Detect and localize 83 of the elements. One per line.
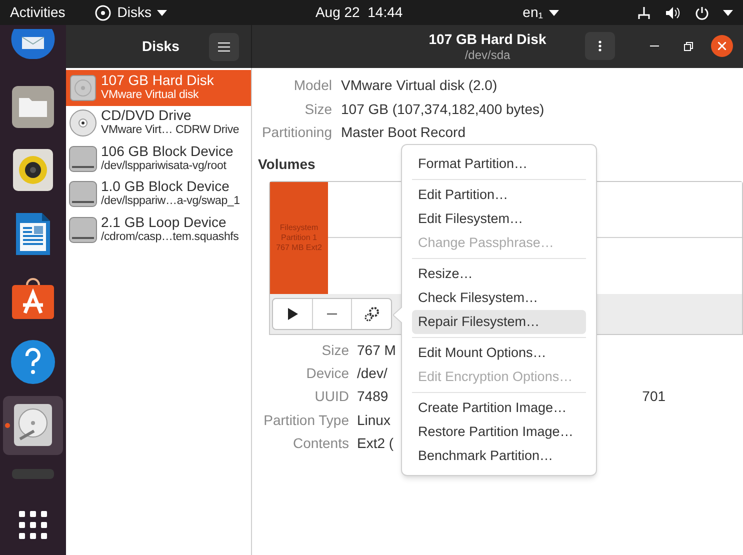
device-list-item[interactable]: 1.0 GB Block Device /dev/lsppariw…a-vg/swap_1 xyxy=(66,176,251,212)
device-name: 2.1 GB Loop Device xyxy=(101,214,228,230)
field-value: 107 GB (107,374,182,400 bytes) xyxy=(341,100,544,119)
minus-icon xyxy=(327,312,337,314)
device-description: VMware Virt… CDRW Drive xyxy=(101,123,240,138)
close-icon xyxy=(718,42,726,50)
field-value: VMware Virtual disk (2.0) xyxy=(341,76,498,96)
device-name: 107 GB Hard Disk xyxy=(101,72,214,88)
menu-item[interactable]: Resize… xyxy=(412,262,586,286)
field-label: Device xyxy=(305,364,349,383)
app-menu[interactable]: Disks xyxy=(95,2,168,23)
device-description: /dev/lsppariwisata-vg/root xyxy=(101,158,228,174)
device-list-item[interactable]: 2.1 GB Loop Device /cdrom/casp…tem.squashfs xyxy=(66,212,251,248)
device-name: CD/DVD Drive xyxy=(101,108,192,124)
restore-icon xyxy=(684,42,692,50)
sidebar-title: Disks xyxy=(142,37,180,56)
menu-item[interactable]: Edit Filesystem… xyxy=(412,207,586,231)
caret-icon xyxy=(157,10,168,16)
document-icon[interactable] xyxy=(16,213,50,256)
activities-button[interactable]: Activities xyxy=(10,2,66,23)
input-method-menu[interactable]: en₁ xyxy=(522,2,559,23)
section-heading: Volumes xyxy=(258,154,316,174)
menu-item[interactable]: Benchmark Partition… xyxy=(412,444,586,468)
partition-text: Partition 1 xyxy=(280,232,318,242)
field-label: Size xyxy=(304,100,332,119)
field-value: Ext2 ( xyxy=(357,434,394,453)
drive-icon xyxy=(69,181,97,208)
network-icon[interactable] xyxy=(637,6,651,20)
more-button[interactable] xyxy=(585,32,615,60)
field-value: 701 xyxy=(642,387,666,406)
disk-icon xyxy=(95,4,112,20)
device-list-item[interactable]: CD/DVD Drive VMware Virt… CDRW Drive xyxy=(66,106,251,141)
device-list-item[interactable]: 107 GB Hard Disk VMware Virtual disk xyxy=(66,70,251,106)
window-subtitle: /dev/sda xyxy=(464,48,510,62)
play-icon xyxy=(288,308,298,320)
field-value: 767 M xyxy=(357,340,396,360)
settings-icon xyxy=(364,306,380,322)
field-value: 7489 xyxy=(357,387,388,406)
menu-icon xyxy=(218,42,230,52)
drive-icon xyxy=(69,146,97,172)
kebab-icon xyxy=(598,40,602,52)
field-value: Linux xyxy=(357,410,390,430)
device-description: VMware Virtual disk xyxy=(101,88,200,103)
menu-item[interactable]: Create Partition Image… xyxy=(412,396,586,420)
menu-item[interactable]: Edit Mount Options… xyxy=(412,341,586,365)
menu-item[interactable]: Check Filesystem… xyxy=(412,286,586,310)
menu-button[interactable] xyxy=(209,32,239,60)
field-label: Partitioning xyxy=(260,123,332,142)
field-value: Master Boot Record xyxy=(341,123,466,142)
field-label: Partition Type xyxy=(262,410,349,430)
field-label: Model xyxy=(292,76,332,96)
menu-item[interactable]: Repair Filesystem… xyxy=(412,310,586,334)
partition-text: 767 MB Ext2 xyxy=(276,242,322,252)
caret-icon xyxy=(548,10,559,16)
field-label: Contents xyxy=(292,434,349,453)
device-name: 106 GB Block Device xyxy=(101,144,234,159)
close-button[interactable] xyxy=(711,35,733,57)
device-name: 1.0 GB Block Device xyxy=(101,179,230,194)
minimize-icon xyxy=(650,45,658,47)
folder-icon[interactable] xyxy=(12,86,54,128)
menu-item[interactable]: Restore Partition Image… xyxy=(412,420,586,444)
device-description: /dev/lsppariw…a-vg/swap_1 xyxy=(101,194,240,210)
field-value: /dev/ xyxy=(357,364,388,383)
menu-item[interactable]: Edit Partition… xyxy=(412,183,586,207)
help-icon[interactable] xyxy=(11,340,55,384)
window-title: 107 GB Hard Disk xyxy=(428,31,546,48)
power-icon[interactable] xyxy=(695,6,709,20)
shopping-bag-icon[interactable] xyxy=(12,276,54,319)
volume-icon[interactable] xyxy=(665,6,681,20)
field-label: Size xyxy=(320,340,349,360)
partition-text: Filesystem xyxy=(280,222,318,232)
dock-item[interactable] xyxy=(3,396,63,456)
optical-disc-icon xyxy=(69,109,97,138)
mail-app-icon[interactable] xyxy=(10,29,56,59)
caret-icon xyxy=(723,10,733,16)
drive-icon xyxy=(69,216,97,243)
field-label: UUID xyxy=(314,387,349,406)
menu-item[interactable]: Format Partition… xyxy=(412,152,586,176)
app-grid-icon[interactable] xyxy=(19,511,47,540)
speaker-icon[interactable] xyxy=(13,149,53,192)
device-list-item[interactable]: 106 GB Block Device /dev/lsppariwisata-vg/root xyxy=(66,141,251,176)
clock[interactable]: Aug 22 14:44 xyxy=(315,2,403,23)
device-description: /cdrom/casp…tem.squashfs xyxy=(101,230,239,245)
